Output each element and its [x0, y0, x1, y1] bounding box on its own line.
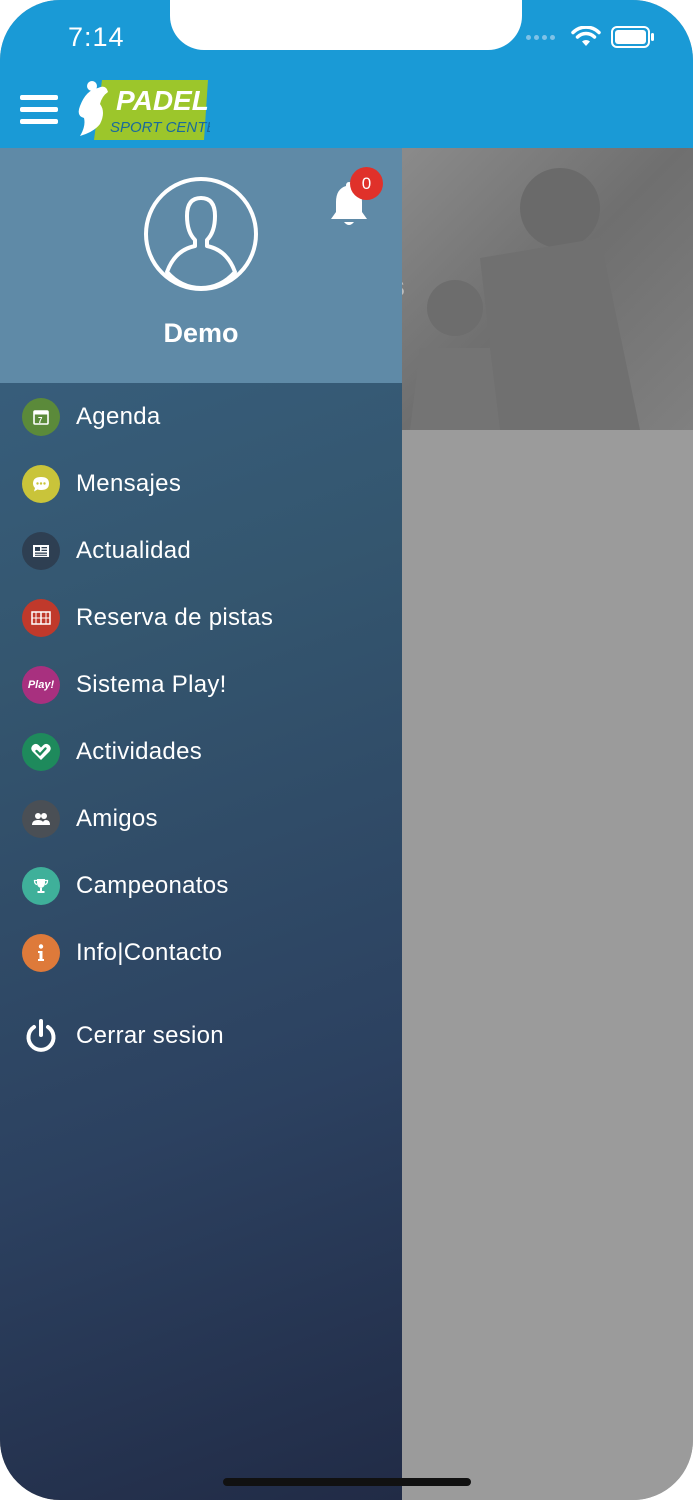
top-bar: 7:14 PADEL SPORT CENTER	[0, 0, 693, 148]
menu-item-mensajes[interactable]: Mensajes	[0, 450, 402, 517]
court-icon	[22, 598, 60, 637]
device-notch	[170, 0, 522, 50]
info-icon	[22, 933, 60, 972]
trophy-icon	[22, 866, 60, 905]
logout-button[interactable]: Cerrar sesion	[0, 1002, 402, 1069]
menu-item-label: Mensajes	[76, 469, 182, 497]
play-badge-icon: Play!	[22, 665, 60, 704]
home-indicator[interactable]	[223, 1478, 471, 1486]
avatar-placeholder-icon[interactable]	[143, 176, 259, 292]
menu-item-agenda[interactable]: 7 Agenda	[0, 383, 402, 450]
drawer-menu: 7 Agenda Mensajes Actualidad Reserva de …	[0, 383, 402, 1069]
power-icon	[22, 1017, 60, 1055]
play-badge-text: Play!	[27, 678, 55, 691]
profile-name: Demo	[163, 318, 239, 348]
menu-item-label: Sistema Play!	[76, 670, 227, 698]
newspaper-icon	[22, 531, 60, 570]
heart-check-icon	[22, 732, 60, 771]
menu-item-label: Info|Contacto	[76, 938, 223, 966]
profile-header: Demo 0	[0, 148, 402, 383]
menu-icon[interactable]	[20, 95, 58, 125]
chat-bubble-icon	[22, 464, 60, 503]
menu-item-actualidad[interactable]: Actualidad	[0, 517, 402, 584]
battery-icon	[611, 26, 654, 48]
cellular-signal-icon	[526, 34, 555, 40]
wifi-icon	[571, 26, 601, 46]
svg-text:7: 7	[38, 416, 43, 425]
padel-logo: PADEL SPORT CENTER	[78, 80, 210, 140]
friends-icon	[22, 799, 60, 838]
menu-item-amigos[interactable]: Amigos	[0, 785, 402, 852]
status-time: 7:14	[68, 22, 125, 52]
menu-item-label: Agenda	[76, 402, 161, 430]
logout-label: Cerrar sesion	[76, 1021, 224, 1049]
menu-item-label: Reserva de pistas	[76, 603, 274, 631]
status-indicators	[526, 26, 655, 48]
menu-item-label: Actividades	[76, 737, 203, 765]
app-screen: stas 7:14 PADE	[0, 0, 693, 1500]
menu-item-label: Actualidad	[76, 536, 192, 564]
menu-item-label: Campeonatos	[76, 871, 229, 899]
menu-item-campeonatos[interactable]: Campeonatos	[0, 852, 402, 919]
menu-item-reserva-de-pistas[interactable]: Reserva de pistas	[0, 584, 402, 651]
menu-item-actividades[interactable]: Actividades	[0, 718, 402, 785]
menu-item-sistema-play[interactable]: Play! Sistema Play!	[0, 651, 402, 718]
calendar-icon: 7	[22, 397, 60, 436]
svg-text:PADEL: PADEL	[116, 85, 209, 116]
svg-text:SPORT CENTER: SPORT CENTER	[110, 119, 210, 136]
menu-item-label: Amigos	[76, 804, 158, 832]
menu-item-info-contacto[interactable]: Info|Contacto	[0, 919, 402, 986]
navigation-drawer: Demo 0 7 Agenda Mensajes Actualidad Rese…	[0, 148, 402, 1500]
notification-count-badge: 0	[350, 167, 383, 200]
